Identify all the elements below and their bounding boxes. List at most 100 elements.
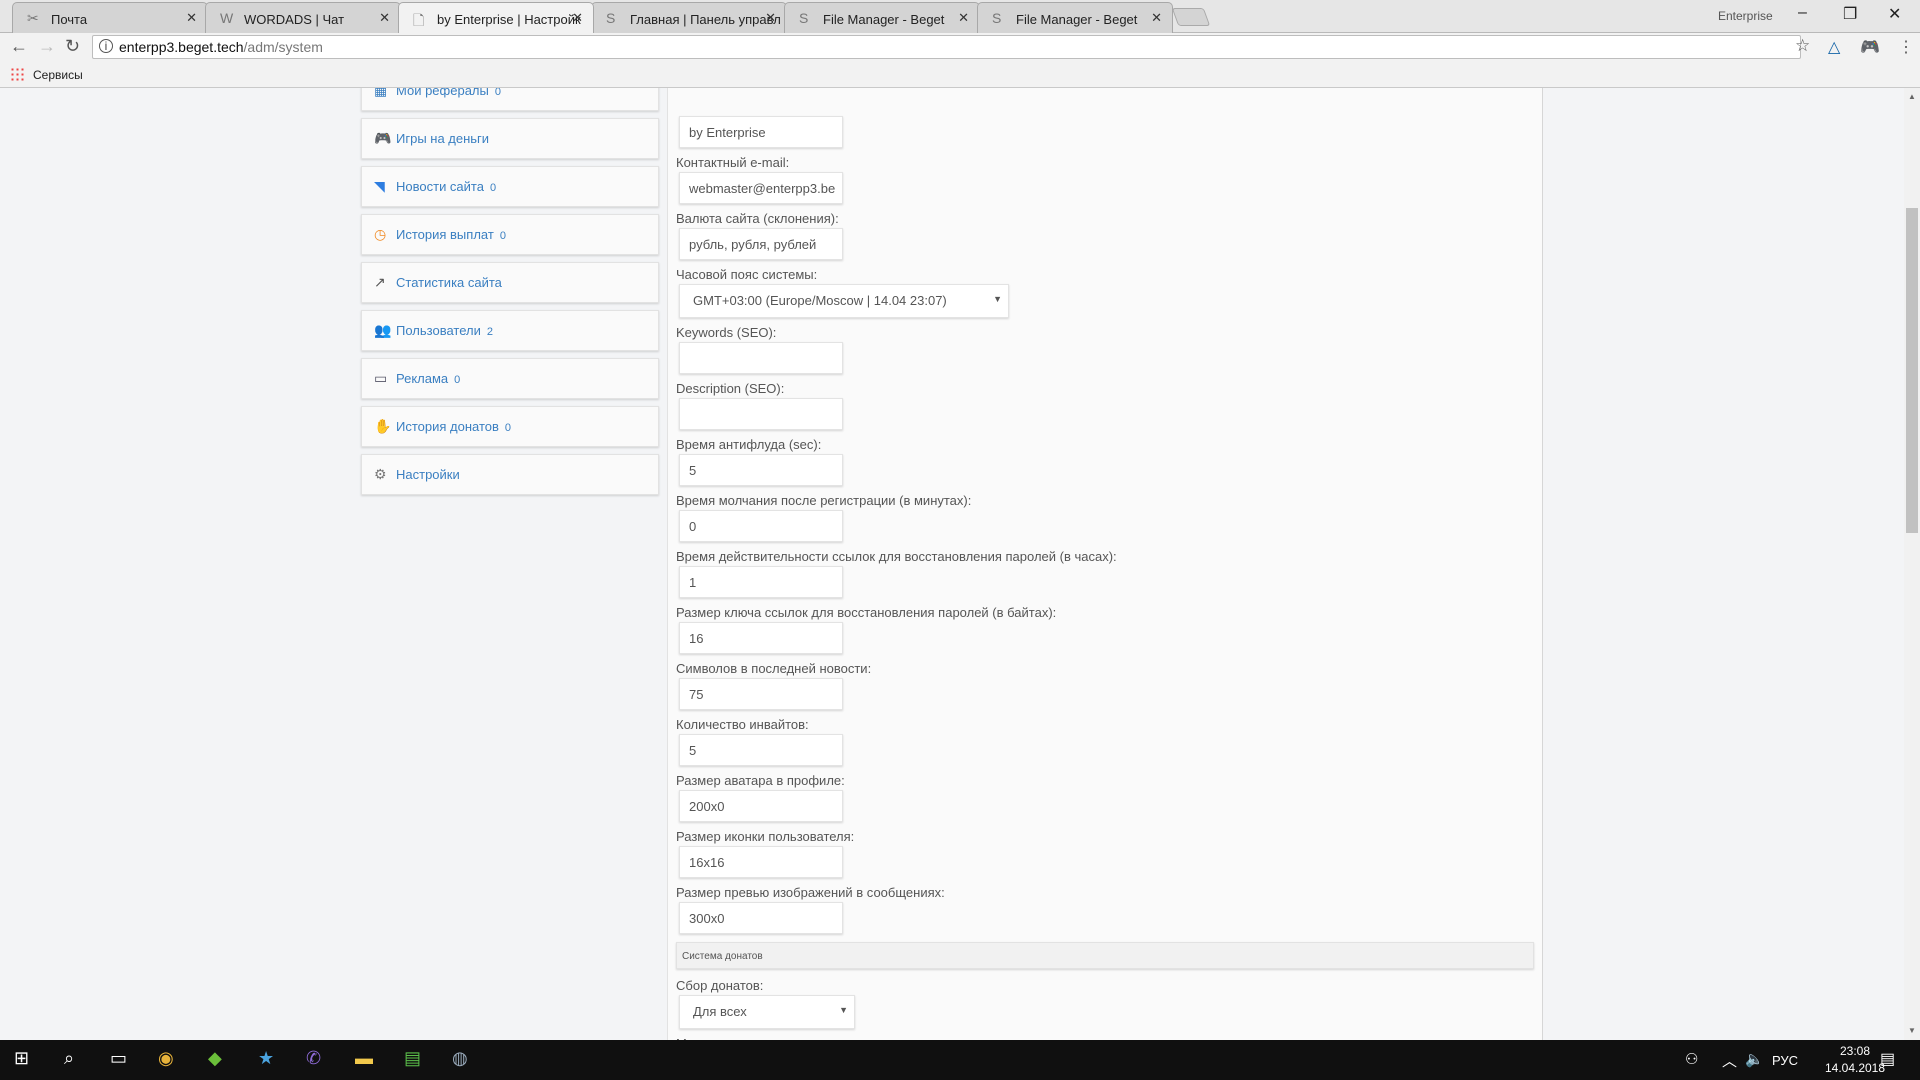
field-label: Размер ключа ссылок для восстановления п… — [676, 605, 1057, 620]
close-tab-icon[interactable]: ✕ — [572, 10, 583, 26]
viber-icon[interactable]: ✆ — [306, 1048, 321, 1069]
text-field[interactable]: 0 — [679, 510, 843, 542]
scrollbar[interactable]: ▲ ▼ — [1904, 88, 1920, 1040]
select-field[interactable]: GMT+03:00 (Europe/Moscow | 14.04 23:07) ▼ — [679, 284, 1009, 318]
dropdown-arrow-icon: ▼ — [993, 294, 1002, 304]
bookmark-services[interactable]: Сервисы — [33, 68, 83, 82]
restore-button[interactable]: ❐ — [1843, 4, 1857, 24]
url-host: enterpp3.beget.tech — [119, 39, 244, 55]
extension-delta-icon[interactable]: △ — [1828, 37, 1840, 57]
mail-icon: ✂ — [27, 10, 39, 26]
close-tab-icon[interactable]: ✕ — [765, 10, 776, 26]
text-field[interactable]: webmaster@enterpp3.be — [679, 172, 843, 204]
field-label: Часовой пояс системы: — [676, 267, 818, 282]
task-view-icon[interactable]: ▭ — [110, 1048, 127, 1069]
beget-icon: S — [606, 10, 616, 26]
minimize-button[interactable]: – — [1798, 4, 1807, 22]
sidebar-item-label: Настройки — [396, 467, 460, 482]
tab[interactable]: ✂ Почта ✕ — [12, 2, 208, 33]
scroll-down-icon[interactable]: ▼ — [1908, 1026, 1916, 1035]
w-icon: W — [220, 10, 234, 26]
reload-icon[interactable]: ↻ — [65, 36, 80, 57]
app-icon[interactable]: ◆ — [208, 1048, 222, 1069]
text-field[interactable]: 300x0 — [679, 902, 843, 934]
text-field[interactable]: 75 — [679, 678, 843, 710]
menu-icon[interactable]: ⋮ — [1898, 37, 1914, 57]
sidebar-item[interactable]: ▭ Реклама 0 — [361, 358, 659, 399]
info-icon[interactable]: i — [99, 39, 113, 53]
sidebar-item[interactable]: 👥 Пользователи 2 — [361, 310, 659, 351]
donate-icon: ✋ — [374, 418, 392, 434]
text-field[interactable]: 16 — [679, 622, 843, 654]
select-field[interactable]: Для всех ▼ — [679, 995, 855, 1029]
sidebar-item[interactable]: ◥ Новости сайта 0 — [361, 166, 659, 207]
start-icon[interactable]: ⊞ — [14, 1048, 29, 1069]
field-label: Размер превью изображений в сообщениях: — [676, 885, 945, 900]
close-tab-icon[interactable]: ✕ — [186, 10, 197, 26]
sidebar-item-label: Реклама — [396, 371, 449, 386]
text-field[interactable] — [679, 342, 843, 374]
file-explorer-icon[interactable]: ▬ — [355, 1048, 373, 1069]
dropdown-arrow-icon: ▼ — [839, 1005, 848, 1015]
apps-icon[interactable] — [10, 67, 24, 81]
close-tab-icon[interactable]: ✕ — [958, 10, 969, 26]
sidebar-item[interactable]: ▦ Мои рефералы 0 — [361, 88, 659, 111]
tab-title: File Manager - Beget — [823, 12, 945, 27]
tab-title: WORDADS | Чат — [244, 12, 345, 27]
address-bar[interactable]: i enterpp3.beget.tech/adm/system — [92, 35, 1801, 59]
sidebar-item[interactable]: 🎮 Игры на деньги — [361, 118, 659, 159]
bookmark-star-icon[interactable]: ☆ — [1795, 36, 1810, 56]
scrollbar-thumb[interactable] — [1906, 208, 1918, 533]
back-icon[interactable]: ← — [10, 36, 28, 57]
sidebar-item[interactable]: ◷ История выплат 0 — [361, 214, 659, 255]
tab[interactable]: 🗋 by Enterprise | Настройк ✕ — [398, 2, 594, 33]
field-value: 5 — [689, 463, 697, 478]
volume-icon[interactable]: 🔈 — [1745, 1050, 1764, 1068]
tab[interactable]: S File Manager - Beget ✕ — [784, 2, 980, 33]
taskbar: ⊞ ⌕ ▭ ◉ ◆ ★ ✆ ▬ ▤ ◍ ⚇ ︿ 🔈 РУС 23:08 14.0… — [0, 1040, 1920, 1080]
text-field[interactable]: 1 — [679, 566, 843, 598]
profile-name[interactable]: Enterprise — [1718, 9, 1773, 23]
text-field[interactable]: рубль, рубля, рублей — [679, 228, 843, 260]
sidebar-item[interactable]: ↗ Статистика сайта — [361, 262, 659, 303]
referrals-icon: ▦ — [374, 88, 388, 98]
text-field[interactable] — [679, 398, 843, 430]
text-field[interactable]: 200x0 — [679, 790, 843, 822]
sidebar-item-label: Мои рефералы — [396, 88, 489, 98]
extension-gamepad-icon[interactable]: 🎮 — [1860, 37, 1880, 57]
url-path: /adm/system — [243, 39, 323, 55]
close-window-button[interactable]: ✕ — [1888, 4, 1901, 24]
app-icon-2[interactable]: ◍ — [452, 1048, 468, 1069]
new-tab-button[interactable] — [1171, 8, 1211, 26]
field-label: Время действительности ссылок для восста… — [676, 549, 1117, 564]
sidebar-item-label: Статистика сайта — [396, 275, 502, 290]
tab[interactable]: S Главная | Панель управл ✕ — [591, 2, 787, 33]
text-field[interactable]: 5 — [679, 734, 843, 766]
forward-icon[interactable]: → — [38, 36, 56, 57]
tab[interactable]: W WORDADS | Чат ✕ — [205, 2, 401, 33]
sidebar-item[interactable]: ✋ История донатов 0 — [361, 406, 659, 447]
text-field[interactable]: 16x16 — [679, 846, 843, 878]
field-value: 300x0 — [689, 911, 725, 926]
tray-chevron-icon[interactable]: ︿ — [1722, 1050, 1737, 1071]
language-indicator[interactable]: РУС — [1772, 1053, 1798, 1068]
close-tab-icon[interactable]: ✕ — [1151, 10, 1162, 26]
close-tab-icon[interactable]: ✕ — [379, 10, 390, 26]
scroll-up-icon[interactable]: ▲ — [1908, 92, 1916, 101]
tab[interactable]: S File Manager - Beget ✕ — [977, 2, 1173, 33]
sidebar-item-count: 0 — [504, 422, 512, 434]
field-label: Время антифлуда (sec): — [676, 437, 822, 452]
text-field[interactable]: 5 — [679, 454, 843, 486]
chrome-icon[interactable]: ◉ — [158, 1048, 174, 1069]
notifications-icon[interactable]: ▤ — [1880, 1049, 1895, 1069]
gamepad-icon: 🎮 — [374, 130, 392, 146]
text-field[interactable]: by Enterprise — [679, 116, 843, 148]
notepad-icon[interactable]: ▤ — [404, 1048, 421, 1069]
page-icon: 🗋 — [413, 12, 425, 28]
search-icon[interactable]: ⌕ — [64, 1048, 74, 1069]
app-star-icon[interactable]: ★ — [258, 1048, 274, 1069]
sidebar-item-count: 0 — [489, 182, 497, 194]
sidebar-item[interactable]: ⚙ Настройки — [361, 454, 659, 495]
people-icon[interactable]: ⚇ — [1685, 1050, 1698, 1068]
field-label: Валюта сайта (склонения): — [676, 211, 839, 226]
